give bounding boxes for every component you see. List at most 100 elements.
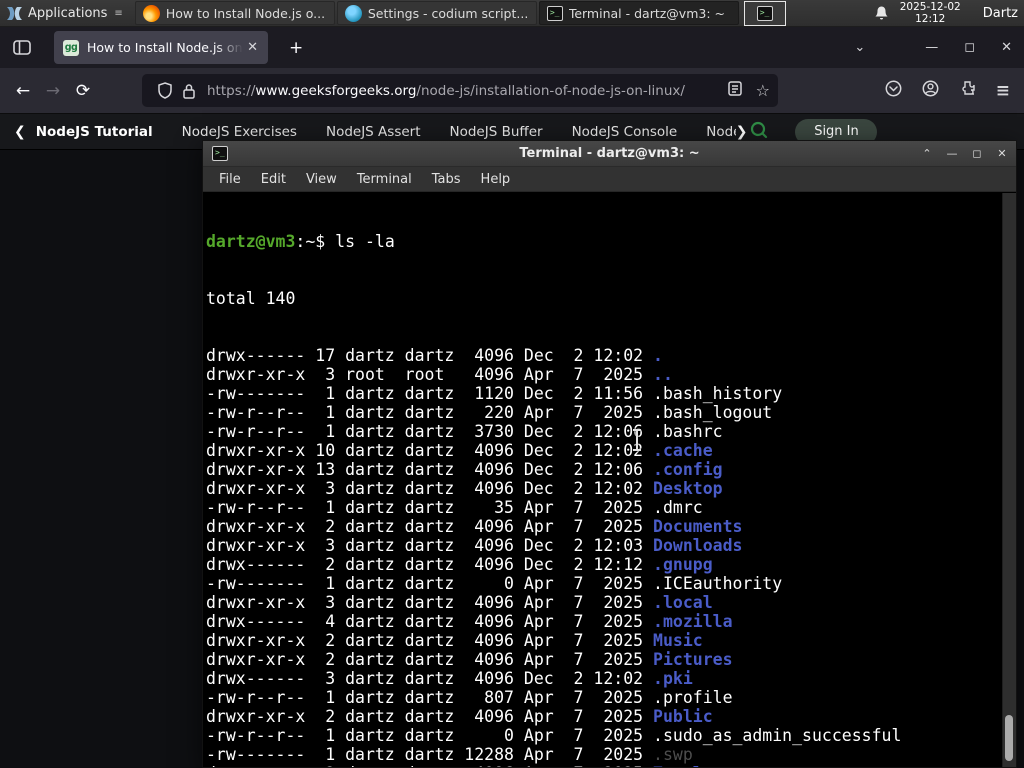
- terminal-line: drwxr-xr-x 2 dartz dartz 4096 Apr 7 2025…: [206, 707, 713, 726]
- geeksforgeeks-favicon: gg: [63, 39, 79, 56]
- taskbar-window-label: Terminal - dartz@vm3: ~: [568, 5, 725, 21]
- file-name: .bash_history: [653, 384, 783, 403]
- taskbar-window-label: How to Install Node.js o...: [165, 5, 326, 21]
- terminal-menubar: File Edit View Terminal Tabs Help: [203, 167, 1016, 192]
- file-name: .cache: [653, 441, 713, 460]
- browser-tab-bar: gg How to Install Node.js on ✕ + ⌄ — ◻ ✕: [0, 27, 1024, 68]
- account-icon[interactable]: [922, 80, 939, 101]
- hamburger-menu-icon[interactable]: ≡: [996, 81, 1010, 101]
- extensions-puzzle-icon[interactable]: [959, 80, 976, 101]
- terminal-titlebar[interactable]: Terminal - dartz@vm3: ~ ⌃ — ◻ ✕: [203, 141, 1016, 167]
- terminal-line: drwxr-xr-x 3 root root 4096 Apr 7 2025 .…: [206, 365, 673, 384]
- url-text[interactable]: https://www.geeksforgeeks.org/node-js/in…: [207, 83, 722, 99]
- terminal-line: -rw------- 1 dartz dartz 0 Apr 7 2025 .I…: [206, 574, 783, 593]
- terminal-body[interactable]: dartz@vm3:~$ ls -la total 140 drwx------…: [203, 193, 1016, 767]
- terminal-menu-file[interactable]: File: [209, 172, 251, 187]
- pocket-icon[interactable]: [885, 80, 902, 101]
- taskbar-window-button[interactable]: How to Install Node.js o...: [134, 1, 335, 25]
- file-name: .local: [653, 593, 713, 612]
- applications-menu-button[interactable]: Applications ≡: [0, 0, 130, 26]
- clock-date: 2025-12-02: [899, 1, 961, 13]
- terminal-menu-tabs[interactable]: Tabs: [422, 172, 471, 187]
- new-tab-button[interactable]: +: [282, 36, 310, 60]
- firefox-view-icon[interactable]: [10, 36, 34, 60]
- taskbar: How to Install Node.js o... Settings - co…: [134, 0, 740, 26]
- terminal-line: -rw-r--r-- 1 dartz dartz 0 Apr 7 2025 .s…: [206, 726, 902, 745]
- file-name: Documents: [653, 517, 743, 536]
- panel-clock[interactable]: 2025-12-02 12:12: [900, 1, 961, 25]
- reload-button[interactable]: ⟳: [68, 76, 98, 106]
- panel-user-label: Dartz: [982, 5, 1018, 21]
- file-name: .config: [653, 460, 723, 479]
- terminal-menu-help[interactable]: Help: [471, 172, 521, 187]
- tracking-shield-icon[interactable]: [153, 82, 177, 99]
- site-nav-link[interactable]: NodeJS Exercises: [182, 124, 297, 140]
- terminal-line: -rw------- 1 dartz dartz 1120 Dec 2 11:5…: [206, 384, 783, 403]
- terminal-scrollbar[interactable]: [1002, 193, 1016, 767]
- taskbar-window-button[interactable]: Settings - codium script...: [336, 1, 537, 25]
- url-protocol: https://: [207, 82, 256, 99]
- site-nav-link[interactable]: NodeJS Tutorial: [36, 124, 153, 140]
- file-name: .: [653, 346, 663, 365]
- browser-tab[interactable]: gg How to Install Node.js on ✕: [54, 31, 268, 64]
- reader-mode-icon[interactable]: [727, 81, 742, 100]
- site-nav-link[interactable]: NodeJS Buffer: [450, 124, 543, 140]
- file-name: Music: [653, 631, 703, 650]
- browser-minimize-button[interactable]: —: [925, 40, 938, 55]
- taskbar-window-label: Settings - codium script...: [367, 5, 529, 21]
- list-all-tabs-icon[interactable]: ⌄: [854, 40, 865, 55]
- terminal-line: drwxr-xr-x 2 dartz dartz 4096 Apr 7 2025…: [206, 517, 743, 536]
- terminal-menu-terminal[interactable]: Terminal: [347, 172, 422, 187]
- notification-bell-icon[interactable]: [872, 5, 892, 21]
- applications-label: Applications: [28, 5, 108, 21]
- nav-scroll-left-icon[interactable]: ❮: [14, 124, 26, 140]
- firefox-icon: [142, 4, 160, 22]
- terminal-output: dartz@vm3:~$ ls -la total 140 drwx------…: [206, 194, 901, 767]
- bookmark-star-icon[interactable]: ☆: [756, 81, 770, 100]
- terminal-launcher-icon: [756, 5, 773, 21]
- xfce-top-panel: Applications ≡ How to Install Node.js o.…: [0, 0, 1024, 27]
- terminal-line: drwx------ 2 dartz dartz 4096 Dec 2 12:1…: [206, 555, 713, 574]
- site-nav-link[interactable]: NodeJS Assert: [326, 124, 421, 140]
- mouse-ibeam-cursor: [631, 428, 643, 456]
- url-domain: www.geeksforgeeks.org: [255, 82, 417, 99]
- site-nav-link[interactable]: NodeJS Console: [572, 124, 678, 140]
- tab-close-icon[interactable]: ✕: [243, 38, 262, 57]
- terminal-line: drwx------ 4 dartz dartz 4096 Apr 7 2025…: [206, 612, 733, 631]
- terminal-menu-view[interactable]: View: [296, 172, 347, 187]
- terminal-command: ls -la: [335, 232, 395, 251]
- applications-logo-icon: [7, 6, 22, 20]
- terminal-launcher[interactable]: [743, 0, 786, 26]
- browser-close-button[interactable]: ✕: [1001, 40, 1012, 55]
- url-bar[interactable]: https://www.geeksforgeeks.org/node-js/in…: [142, 74, 778, 107]
- terminal-line: -rw-r--r-- 1 dartz dartz 807 Apr 7 2025 …: [206, 688, 733, 707]
- nav-scroll-right-icon[interactable]: ❯: [736, 124, 748, 140]
- site-nav-link[interactable]: NodeJS Crypto: [706, 124, 736, 140]
- lock-icon[interactable]: [177, 83, 201, 99]
- terminal-window-icon: [212, 146, 228, 161]
- forward-button[interactable]: →: [38, 76, 68, 106]
- terminal-line: drwxr-xr-x 3 dartz dartz 4096 Apr 7 2025…: [206, 593, 713, 612]
- terminal-line: drwxr-xr-x 13 dartz dartz 4096 Dec 2 12:…: [206, 460, 723, 479]
- terminal-total-line: total 140: [206, 289, 296, 308]
- prompt-user: dartz@vm3: [206, 232, 296, 251]
- terminal-line: drwxr-xr-x 2 dartz dartz 4096 Apr 7 2025…: [206, 764, 901, 767]
- file-name: .sudo_as_admin_successful: [653, 726, 902, 745]
- terminal-prompt-line: dartz@vm3:~$ ls -la: [206, 232, 395, 251]
- terminal-maximize-button[interactable]: ◻: [971, 147, 983, 160]
- back-button[interactable]: ←: [8, 76, 38, 106]
- applications-caret-icon: ≡: [114, 7, 124, 19]
- terminal-line: drwxr-xr-x 2 dartz dartz 4096 Apr 7 2025…: [206, 631, 703, 650]
- terminal-close-button[interactable]: ✕: [996, 147, 1008, 160]
- terminal-shade-button[interactable]: ⌃: [921, 147, 933, 160]
- terminal-scrollbar-thumb[interactable]: [1005, 715, 1013, 761]
- taskbar-window-button[interactable]: Terminal - dartz@vm3: ~: [538, 1, 739, 25]
- terminal-menu-edit[interactable]: Edit: [251, 172, 296, 187]
- terminal-line: drwx------ 17 dartz dartz 4096 Dec 2 12:…: [206, 346, 663, 365]
- file-name: .bash_logout: [653, 403, 773, 422]
- browser-toolbar: ← → ⟳ https://www.geeksforgeeks.org/node…: [0, 68, 1024, 114]
- terminal-minimize-button[interactable]: —: [946, 147, 958, 160]
- terminal-line: drwxr-xr-x 3 dartz dartz 4096 Dec 2 12:0…: [206, 536, 743, 555]
- browser-maximize-button[interactable]: ◻: [964, 40, 975, 55]
- file-name: Desktop: [653, 479, 723, 498]
